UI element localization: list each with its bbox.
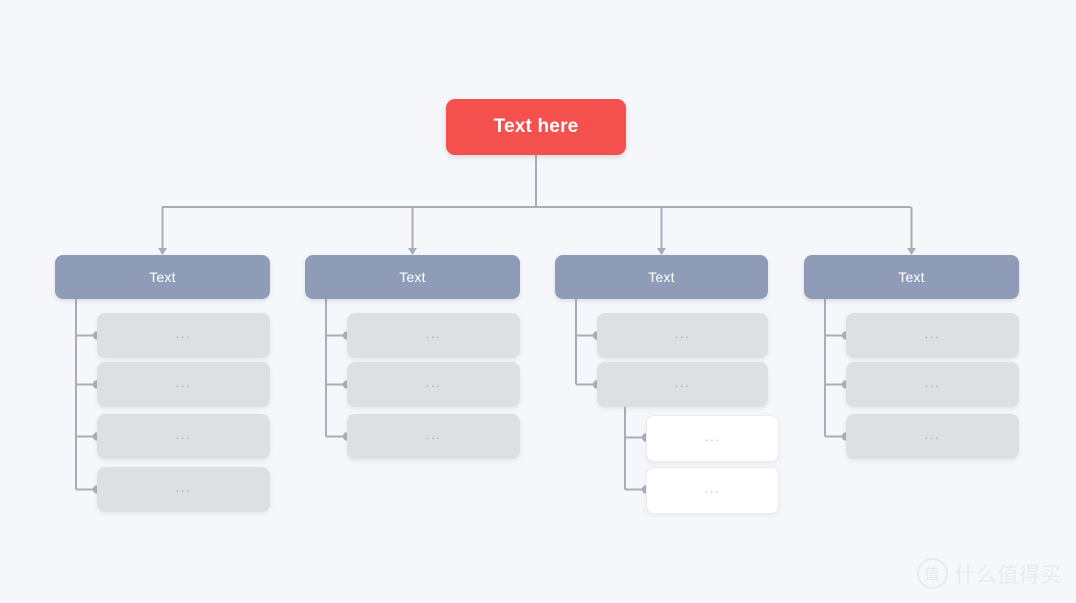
leaf-node-label: ... bbox=[924, 326, 941, 341]
leaf-node[interactable]: ... bbox=[97, 313, 270, 358]
branch-node[interactable]: Text bbox=[804, 255, 1019, 299]
leaf-node[interactable]: ... bbox=[347, 414, 520, 459]
branch-node[interactable]: Text bbox=[555, 255, 768, 299]
leaf-node-label: ... bbox=[674, 375, 691, 390]
leaf-node-label: ... bbox=[425, 375, 442, 390]
leaf-node-label: ... bbox=[175, 326, 192, 341]
leaf-node-label: ... bbox=[674, 326, 691, 341]
root-node[interactable]: Text here bbox=[446, 99, 626, 155]
leaf-node-label: ... bbox=[704, 481, 721, 496]
leaf-node-label: ... bbox=[175, 480, 192, 495]
leaf-node[interactable]: ... bbox=[597, 362, 768, 407]
branch-node[interactable]: Text bbox=[305, 255, 520, 299]
watermark: 值 什么值得买 bbox=[916, 558, 1063, 589]
leaf-node[interactable]: ... bbox=[646, 467, 779, 514]
branch-node-label: Text bbox=[898, 269, 925, 285]
branch-node-label: Text bbox=[648, 269, 675, 285]
leaf-node[interactable]: ... bbox=[846, 414, 1019, 459]
leaf-node[interactable]: ... bbox=[846, 362, 1019, 407]
leaf-node-label: ... bbox=[704, 429, 721, 444]
leaf-node[interactable]: ... bbox=[97, 467, 270, 512]
root-node-label: Text here bbox=[493, 116, 579, 137]
leaf-node-label: ... bbox=[175, 375, 192, 390]
branch-node[interactable]: Text bbox=[55, 255, 270, 299]
branch-node-label: Text bbox=[399, 269, 426, 285]
leaf-node[interactable]: ... bbox=[347, 362, 520, 407]
leaf-node-label: ... bbox=[425, 427, 442, 442]
leaf-node-label: ... bbox=[924, 427, 941, 442]
branch-node-label: Text bbox=[149, 269, 176, 285]
leaf-node[interactable]: ... bbox=[846, 313, 1019, 358]
leaf-node-label: ... bbox=[425, 326, 442, 341]
watermark-text: 什么值得买 bbox=[954, 562, 1062, 587]
leaf-node[interactable]: ... bbox=[97, 414, 270, 459]
leaf-node[interactable]: ... bbox=[97, 362, 270, 407]
leaf-node[interactable]: ... bbox=[646, 415, 779, 462]
leaf-node-label: ... bbox=[924, 375, 941, 390]
watermark-badge-icon: 值 bbox=[916, 558, 948, 589]
leaf-node[interactable]: ... bbox=[347, 313, 520, 358]
leaf-node[interactable]: ... bbox=[597, 313, 768, 358]
diagram-canvas: Text here Text............ Text......... T… bbox=[0, 0, 1076, 603]
leaf-node-label: ... bbox=[175, 427, 192, 442]
connector-lines bbox=[75, 155, 916, 494]
